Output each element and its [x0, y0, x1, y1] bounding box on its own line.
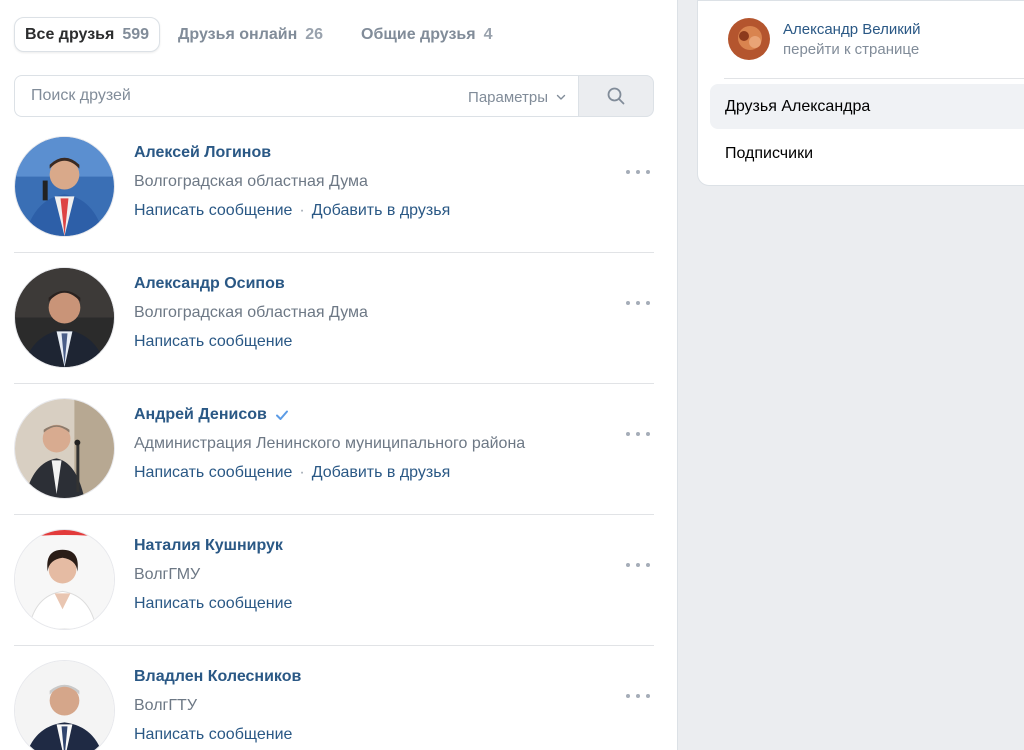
write-message-link[interactable]: Написать сообщение [134, 333, 292, 351]
sidebar-item-followers[interactable]: Подписчики [710, 131, 1024, 176]
search-button[interactable] [578, 75, 654, 117]
avatar[interactable] [14, 529, 115, 630]
friend-row: Наталия Кушнирук ВолгГМУ Написать сообще… [14, 515, 654, 646]
sidebar-item-label: Друзья Александра [725, 97, 871, 115]
more-options-icon[interactable] [626, 557, 650, 573]
friend-name-text[interactable]: Наталия Кушнирук [134, 537, 283, 555]
tab-all-friends[interactable]: Все друзья 599 [14, 17, 161, 52]
friend-info: Владлен Колесников ВолгГТУ Написать сооб… [134, 668, 301, 744]
friend-actions: Написать сообщение [134, 726, 301, 744]
sidebar-item-friends[interactable]: Друзья Александра [710, 84, 1024, 129]
owner-name[interactable]: Александр Великий [783, 21, 921, 38]
friend-name-text[interactable]: Андрей Денисов [134, 406, 267, 424]
friend-info: Андрей Денисов Администрация Ленинского … [134, 406, 525, 482]
add-friend-link[interactable]: Добавить в друзья [312, 202, 451, 220]
friend-name-text[interactable]: Алексей Логинов [134, 144, 271, 162]
chevron-down-icon [556, 94, 566, 100]
owner-text: Александр Великий перейти к странице [783, 21, 921, 58]
tab-label: Все друзья [25, 25, 115, 43]
params-label: Параметры [468, 88, 548, 106]
verified-check-icon [275, 410, 288, 420]
owner-block[interactable]: Александр Великий перейти к странице [728, 18, 921, 60]
friends-panel: Все друзья 599 Друзья онлайн 26 Общие др… [0, 0, 678, 750]
tab-label: Друзья онлайн [178, 25, 298, 43]
tab-friends-online[interactable]: Друзья онлайн 26 [168, 17, 333, 52]
tab-mutual-friends[interactable]: Общие друзья 4 [351, 17, 502, 52]
tab-count: 4 [483, 25, 493, 43]
friend-description: Волгоградская областная Дума [134, 173, 368, 190]
avatar[interactable] [14, 660, 115, 750]
friend-row: Андрей Денисов Администрация Ленинского … [14, 384, 654, 515]
friend-actions: Написать сообщение · Добавить в друзья [134, 464, 525, 482]
tab-count: 599 [122, 25, 150, 43]
add-friend-link[interactable]: Добавить в друзья [312, 464, 451, 482]
friend-description: Волгоградская областная Дума [134, 304, 368, 321]
params-dropdown[interactable]: Параметры [468, 76, 566, 118]
write-message-link[interactable]: Написать сообщение [134, 464, 292, 482]
friend-name[interactable]: Наталия Кушнирук [134, 537, 292, 555]
friend-name[interactable]: Владлен Колесников [134, 668, 301, 686]
divider [724, 78, 1024, 79]
avatar[interactable] [14, 267, 115, 368]
friend-info: Наталия Кушнирук ВолгГМУ Написать сообще… [134, 537, 292, 613]
write-message-link[interactable]: Написать сообщение [134, 202, 292, 220]
side-panel: Александр Великий перейти к странице Дру… [697, 0, 1024, 186]
search-input[interactable] [31, 87, 431, 105]
more-options-icon[interactable] [626, 295, 650, 311]
friend-info: Александр Осипов Волгоградская областная… [134, 275, 368, 351]
friends-tabs: Все друзья 599 Друзья онлайн 26 Общие др… [14, 17, 503, 52]
friend-row: Александр Осипов Волгоградская областная… [14, 253, 654, 384]
friend-info: Алексей Логинов Волгоградская областная … [134, 144, 450, 220]
friend-name-text[interactable]: Владлен Колесников [134, 668, 301, 686]
friend-description: ВолгГМУ [134, 566, 201, 583]
more-options-icon[interactable] [626, 164, 650, 180]
friend-row: Алексей Логинов Волгоградская областная … [14, 122, 654, 253]
owner-avatar[interactable] [728, 18, 770, 60]
separator-dot: · [299, 202, 305, 219]
search-row: Параметры [14, 75, 654, 117]
friend-name[interactable]: Алексей Логинов [134, 144, 450, 162]
friend-list: Алексей Логинов Волгоградская областная … [14, 122, 654, 750]
friend-description: Администрация Ленинского муниципального … [134, 435, 526, 452]
avatar[interactable] [14, 136, 115, 237]
write-message-link[interactable]: Написать сообщение [134, 595, 292, 613]
friend-row: Владлен Колесников ВолгГТУ Написать сооб… [14, 646, 654, 750]
friend-actions: Написать сообщение · Добавить в друзья [134, 202, 450, 220]
friend-actions: Написать сообщение [134, 333, 368, 351]
separator-dot: · [299, 464, 305, 481]
friend-description: ВолгГТУ [134, 697, 197, 714]
tab-label: Общие друзья [361, 25, 476, 43]
more-options-icon[interactable] [626, 426, 650, 442]
friend-name[interactable]: Андрей Денисов [134, 406, 525, 424]
search-box: Параметры [14, 75, 578, 117]
friend-name[interactable]: Александр Осипов [134, 275, 368, 293]
friend-actions: Написать сообщение [134, 595, 292, 613]
friend-name-text[interactable]: Александр Осипов [134, 275, 285, 293]
more-options-icon[interactable] [626, 688, 650, 704]
tab-count: 26 [305, 25, 324, 43]
avatar[interactable] [14, 398, 115, 499]
go-to-page-link[interactable]: перейти к странице [783, 41, 921, 58]
sidebar-item-label: Подписчики [725, 144, 814, 162]
write-message-link[interactable]: Написать сообщение [134, 726, 292, 744]
search-icon [607, 87, 625, 105]
